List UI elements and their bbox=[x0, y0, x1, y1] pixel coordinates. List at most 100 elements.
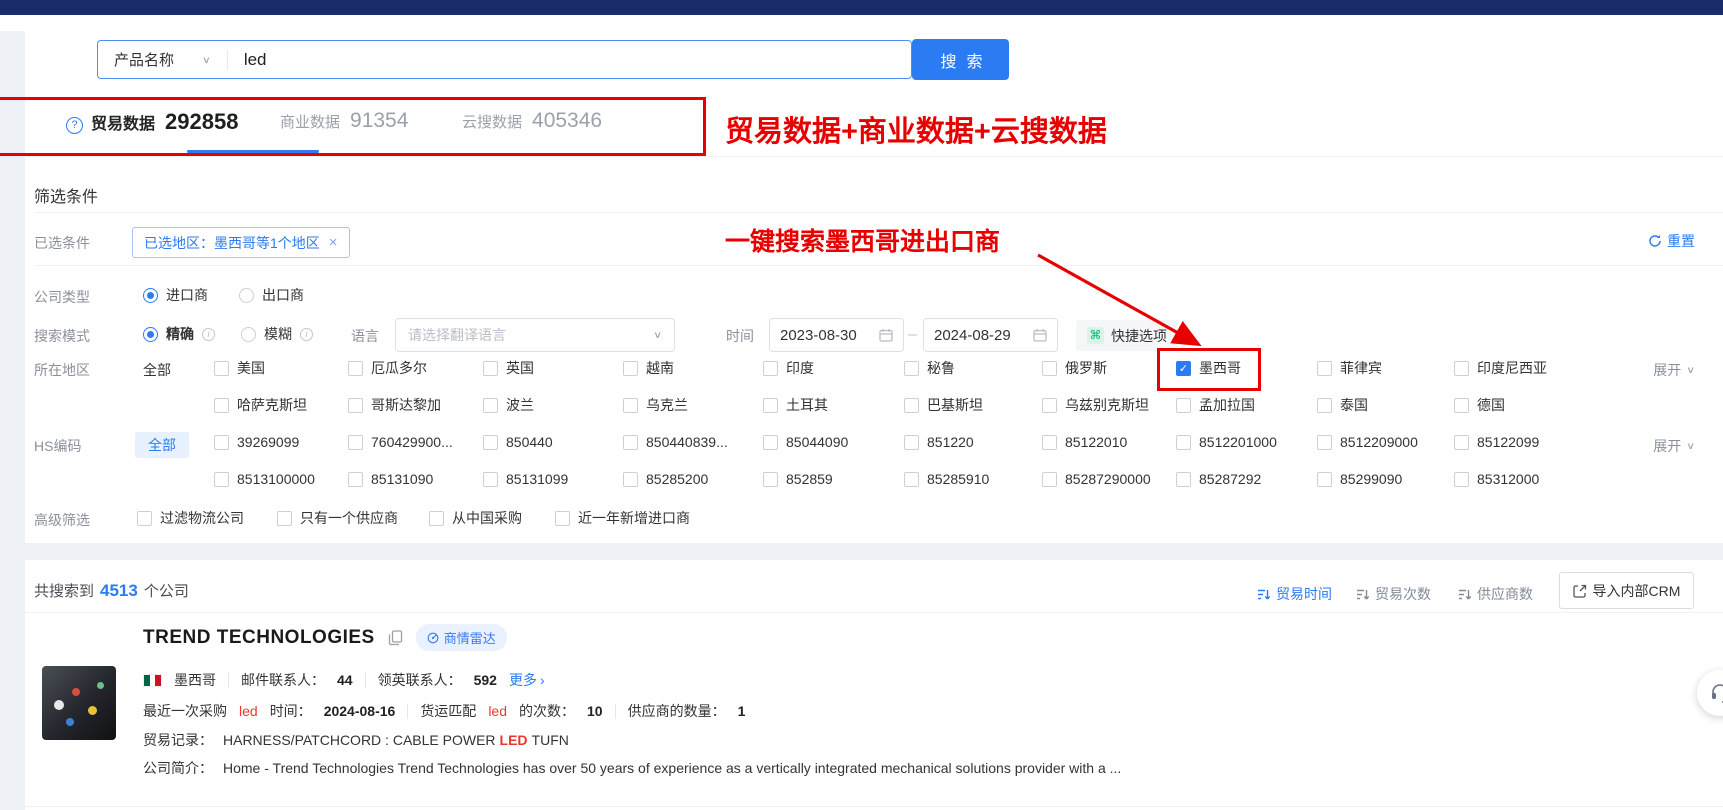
quick-options-button[interactable]: ⌘ 快捷选项 bbox=[1076, 320, 1178, 351]
hs-option[interactable]: 85299090 bbox=[1317, 471, 1402, 487]
company-name[interactable]: TREND TECHNOLOGIES bbox=[143, 627, 375, 649]
radio-exporter[interactable]: 出口商 bbox=[239, 285, 304, 305]
region-option[interactable]: 土耳其 bbox=[763, 395, 828, 415]
keyword-highlight: led bbox=[239, 703, 258, 719]
hs-option[interactable]: 8512209000 bbox=[1317, 434, 1418, 450]
business-radar-badge[interactable]: 商情雷达 bbox=[416, 624, 507, 651]
region-option[interactable]: 哈萨克斯坦 bbox=[214, 395, 307, 415]
region-option[interactable]: 越南 bbox=[623, 358, 674, 378]
radar-icon bbox=[427, 632, 439, 644]
radio-exact-mode[interactable]: 精确 i bbox=[143, 324, 215, 344]
region-option[interactable]: 泰国 bbox=[1317, 395, 1368, 415]
hs-option[interactable]: 85287292 bbox=[1176, 471, 1261, 487]
checkbox-icon bbox=[348, 472, 363, 487]
hs-option[interactable]: 851220 bbox=[904, 434, 974, 450]
hs-expand-button[interactable]: 展开∨ bbox=[1653, 436, 1695, 456]
advanced-option[interactable]: 只有一个供应商 bbox=[277, 508, 398, 528]
divider bbox=[365, 673, 366, 688]
region-all-option[interactable]: 全部 bbox=[143, 360, 171, 380]
hs-option[interactable]: 850440839... bbox=[623, 434, 728, 450]
hs-option[interactable]: 85285200 bbox=[623, 471, 708, 487]
region-option[interactable]: 印度尼西亚 bbox=[1454, 358, 1547, 378]
region-option[interactable]: 巴基斯坦 bbox=[904, 395, 983, 415]
region-option-mexico-checked[interactable]: ✓墨西哥 bbox=[1176, 358, 1241, 378]
hs-option[interactable]: 8513100000 bbox=[214, 471, 315, 487]
region-option[interactable]: 孟加拉国 bbox=[1176, 395, 1255, 415]
checkbox-icon bbox=[137, 511, 152, 526]
close-icon[interactable]: × bbox=[329, 234, 338, 251]
region-expand-button[interactable]: 展开∨ bbox=[1653, 360, 1695, 380]
region-option[interactable]: 英国 bbox=[483, 358, 534, 378]
hs-option[interactable]: 85131099 bbox=[483, 471, 568, 487]
row-label: 所在地区 bbox=[34, 360, 90, 380]
search-button[interactable]: 搜索 bbox=[912, 39, 1009, 80]
sort-trade-count[interactable]: 贸易次数 bbox=[1356, 584, 1431, 604]
selected-region-tag[interactable]: 已选地区：墨西哥等1个地区 × bbox=[132, 227, 350, 258]
copy-icon[interactable] bbox=[388, 630, 403, 646]
hs-option[interactable]: 8512201000 bbox=[1176, 434, 1277, 450]
tab-cloud-search-data[interactable]: 云搜数据 405346 bbox=[462, 109, 602, 133]
checkbox-icon bbox=[348, 361, 363, 376]
info-icon[interactable]: i bbox=[300, 328, 313, 341]
region-option[interactable]: 哥斯达黎加 bbox=[348, 395, 441, 415]
calendar-icon bbox=[1033, 328, 1047, 342]
advanced-option[interactable]: 近一年新增进口商 bbox=[555, 508, 690, 528]
results-count: 4513 bbox=[100, 581, 138, 601]
checkbox-label: 德国 bbox=[1477, 395, 1505, 415]
email-contacts-count: 44 bbox=[337, 672, 353, 688]
help-icon[interactable]: ? bbox=[66, 117, 83, 134]
radio-fuzzy-mode[interactable]: 模糊 i bbox=[241, 324, 313, 344]
advanced-option[interactable]: 从中国采购 bbox=[429, 508, 522, 528]
hs-option[interactable]: 85122010 bbox=[1042, 434, 1127, 450]
reset-button[interactable]: 重置 bbox=[1648, 231, 1695, 251]
date-from-input[interactable]: 2023-08-30 bbox=[769, 318, 904, 352]
more-button[interactable]: 更多 › bbox=[509, 670, 545, 690]
tab-trade-data[interactable]: 贸易数据 292858 bbox=[91, 109, 238, 135]
region-option[interactable]: 乌兹别克斯坦 bbox=[1042, 395, 1149, 415]
region-row-2: 哈萨克斯坦 哥斯达黎加 波兰 乌克兰 土耳其 巴基斯坦 乌兹别克斯坦 孟加拉国 … bbox=[25, 395, 1723, 417]
hs-option[interactable]: 760429900... bbox=[348, 434, 453, 450]
region-option[interactable]: 德国 bbox=[1454, 395, 1505, 415]
region-option[interactable]: 波兰 bbox=[483, 395, 534, 415]
company-thumbnail[interactable] bbox=[42, 666, 116, 740]
region-option[interactable]: 菲律宾 bbox=[1317, 358, 1382, 378]
radio-importer[interactable]: 进口商 bbox=[143, 285, 208, 305]
checkbox-icon bbox=[1454, 398, 1469, 413]
sort-label: 贸易时间 bbox=[1276, 584, 1332, 604]
checkbox-label: 只有一个供应商 bbox=[300, 508, 398, 528]
hs-option[interactable]: 850440 bbox=[483, 434, 553, 450]
search-field-selector[interactable]: 产品名称 ∨ bbox=[98, 49, 227, 70]
region-option[interactable]: 俄罗斯 bbox=[1042, 358, 1107, 378]
hs-option[interactable]: 852859 bbox=[763, 471, 833, 487]
expand-label: 展开 bbox=[1653, 360, 1681, 380]
hs-option[interactable]: 85131090 bbox=[348, 471, 433, 487]
sort-descending-icon bbox=[1458, 588, 1471, 601]
info-icon[interactable]: i bbox=[202, 328, 215, 341]
sort-trade-time[interactable]: 贸易时间 bbox=[1257, 584, 1332, 604]
language-select[interactable]: 请选择翻译语言 ∨ bbox=[395, 318, 675, 352]
hs-option[interactable]: 39269099 bbox=[214, 434, 299, 450]
summary-suffix: 个公司 bbox=[144, 580, 189, 601]
advanced-option[interactable]: 过滤物流公司 bbox=[137, 508, 244, 528]
import-crm-button[interactable]: 导入内部CRM bbox=[1559, 572, 1694, 609]
region-option[interactable]: 乌克兰 bbox=[623, 395, 688, 415]
region-option[interactable]: 美国 bbox=[214, 358, 265, 378]
sort-supplier-count[interactable]: 供应商数 bbox=[1458, 584, 1533, 604]
checkbox-label: 俄罗斯 bbox=[1065, 358, 1107, 378]
hs-option[interactable]: 85285910 bbox=[904, 471, 989, 487]
hs-all-option[interactable]: 全部 bbox=[135, 432, 189, 458]
export-icon bbox=[1573, 584, 1587, 598]
hs-option[interactable]: 85312000 bbox=[1454, 471, 1539, 487]
hs-option[interactable]: 85287290000 bbox=[1042, 471, 1151, 487]
region-option[interactable]: 厄瓜多尔 bbox=[348, 358, 427, 378]
hs-option[interactable]: 85122099 bbox=[1454, 434, 1539, 450]
divider bbox=[25, 806, 1723, 807]
date-to-input[interactable]: 2024-08-29 bbox=[923, 318, 1058, 352]
checkbox-icon bbox=[277, 511, 292, 526]
checkbox-icon bbox=[904, 435, 919, 450]
search-input[interactable] bbox=[228, 50, 911, 70]
region-option[interactable]: 秘鲁 bbox=[904, 358, 955, 378]
tab-business-data[interactable]: 商业数据 91354 bbox=[280, 109, 408, 133]
region-option[interactable]: 印度 bbox=[763, 358, 814, 378]
hs-option[interactable]: 85044090 bbox=[763, 434, 848, 450]
